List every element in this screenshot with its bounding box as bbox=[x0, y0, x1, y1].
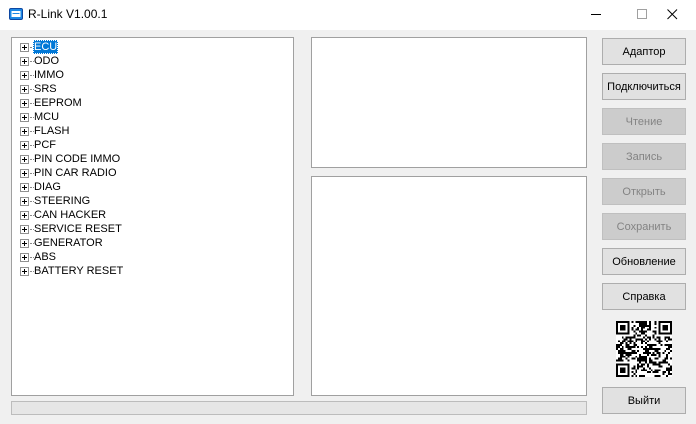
tree-node-label: GENERATOR bbox=[34, 237, 103, 249]
write-button[interactable]: Запись bbox=[602, 143, 686, 170]
tree-node[interactable]: PIN CAR RADIO bbox=[20, 166, 280, 180]
tree-node-label: PIN CODE IMMO bbox=[34, 153, 121, 165]
minimize-icon bbox=[591, 14, 601, 15]
tree-node[interactable]: PCF bbox=[20, 138, 280, 152]
expand-plus-icon[interactable] bbox=[20, 141, 29, 150]
open-button[interactable]: Открыть bbox=[602, 178, 686, 205]
read-button[interactable]: Чтение bbox=[602, 108, 686, 135]
tree-node-label: IMMO bbox=[34, 69, 64, 81]
close-button[interactable] bbox=[650, 0, 696, 30]
tree-node[interactable]: SRS bbox=[20, 82, 280, 96]
save-button[interactable]: Сохранить bbox=[602, 213, 686, 240]
tree-node-label: MCU bbox=[34, 111, 60, 123]
expand-plus-icon[interactable] bbox=[20, 43, 29, 52]
tree-node-label: CAN HACKER bbox=[34, 209, 107, 221]
expand-plus-icon[interactable] bbox=[20, 127, 29, 136]
tree-node[interactable]: STEERING bbox=[20, 194, 280, 208]
tree-node-label: SRS bbox=[34, 83, 57, 95]
tree-node[interactable]: EEPROM bbox=[20, 96, 280, 110]
expand-plus-icon[interactable] bbox=[20, 169, 29, 178]
tree-node[interactable]: MCU bbox=[20, 110, 280, 124]
tree-node-label: EEPROM bbox=[34, 97, 82, 109]
tree-node[interactable]: DIAG bbox=[20, 180, 280, 194]
maximize-icon bbox=[637, 9, 647, 19]
tree-node-label: ECU bbox=[33, 40, 59, 54]
tree-node-label: STEERING bbox=[34, 195, 91, 207]
expand-plus-icon[interactable] bbox=[20, 57, 29, 66]
expand-plus-icon[interactable] bbox=[20, 239, 29, 248]
expand-plus-icon[interactable] bbox=[20, 267, 29, 276]
minimize-button[interactable] bbox=[574, 0, 620, 30]
tree-node-label: FLASH bbox=[34, 125, 70, 137]
tree-node-label: ODO bbox=[34, 55, 60, 67]
expand-plus-icon[interactable] bbox=[20, 155, 29, 164]
expand-plus-icon[interactable] bbox=[20, 183, 29, 192]
expand-plus-icon[interactable] bbox=[20, 85, 29, 94]
tree-node-label: BATTERY RESET bbox=[34, 265, 124, 277]
expand-plus-icon[interactable] bbox=[20, 225, 29, 234]
tree-node[interactable]: ODO bbox=[20, 54, 280, 68]
qr-code-icon bbox=[616, 321, 672, 377]
connect-button[interactable]: Подключиться bbox=[602, 73, 686, 100]
update-button[interactable]: Обновление bbox=[602, 248, 686, 275]
tree-node[interactable]: ECU bbox=[20, 40, 280, 54]
adapter-button[interactable]: Адаптор bbox=[602, 38, 686, 65]
help-button[interactable]: Справка bbox=[602, 283, 686, 310]
expand-plus-icon[interactable] bbox=[20, 197, 29, 206]
tree-node-label: ABS bbox=[34, 251, 57, 263]
tree-node[interactable]: ABS bbox=[20, 250, 280, 264]
tree-node-label: PIN CAR RADIO bbox=[34, 167, 117, 179]
progress-bar bbox=[11, 401, 587, 415]
tree-node-label: SERVICE RESET bbox=[34, 223, 122, 235]
title-bar[interactable]: R-Link V1.00.1 bbox=[0, 0, 696, 30]
expand-plus-icon[interactable] bbox=[20, 113, 29, 122]
window-title: R-Link V1.00.1 bbox=[28, 7, 108, 21]
app-icon bbox=[9, 8, 23, 20]
expand-plus-icon[interactable] bbox=[20, 211, 29, 220]
tree-node-label: PCF bbox=[34, 139, 56, 151]
tree-node[interactable]: PIN CODE IMMO bbox=[20, 152, 280, 166]
expand-plus-icon[interactable] bbox=[20, 71, 29, 80]
function-tree[interactable]: ECU ODO IMMO SRS EEPROM MCU FLASH PCF PIN CODE I… bbox=[11, 37, 294, 396]
exit-button[interactable]: Выйти bbox=[602, 387, 686, 414]
tree-node-label: DIAG bbox=[34, 181, 61, 193]
expand-plus-icon[interactable] bbox=[20, 99, 29, 108]
tree-node[interactable]: FLASH bbox=[20, 124, 280, 138]
close-icon bbox=[667, 9, 678, 20]
tree-node[interactable]: GENERATOR bbox=[20, 236, 280, 250]
info-panel-bottom[interactable] bbox=[311, 176, 587, 396]
info-panel-top[interactable] bbox=[311, 37, 587, 168]
tree-node[interactable]: SERVICE RESET bbox=[20, 222, 280, 236]
expand-plus-icon[interactable] bbox=[20, 253, 29, 262]
tree-node[interactable]: BATTERY RESET bbox=[20, 264, 280, 278]
tree-node[interactable]: CAN HACKER bbox=[20, 208, 280, 222]
tree-node[interactable]: IMMO bbox=[20, 68, 280, 82]
